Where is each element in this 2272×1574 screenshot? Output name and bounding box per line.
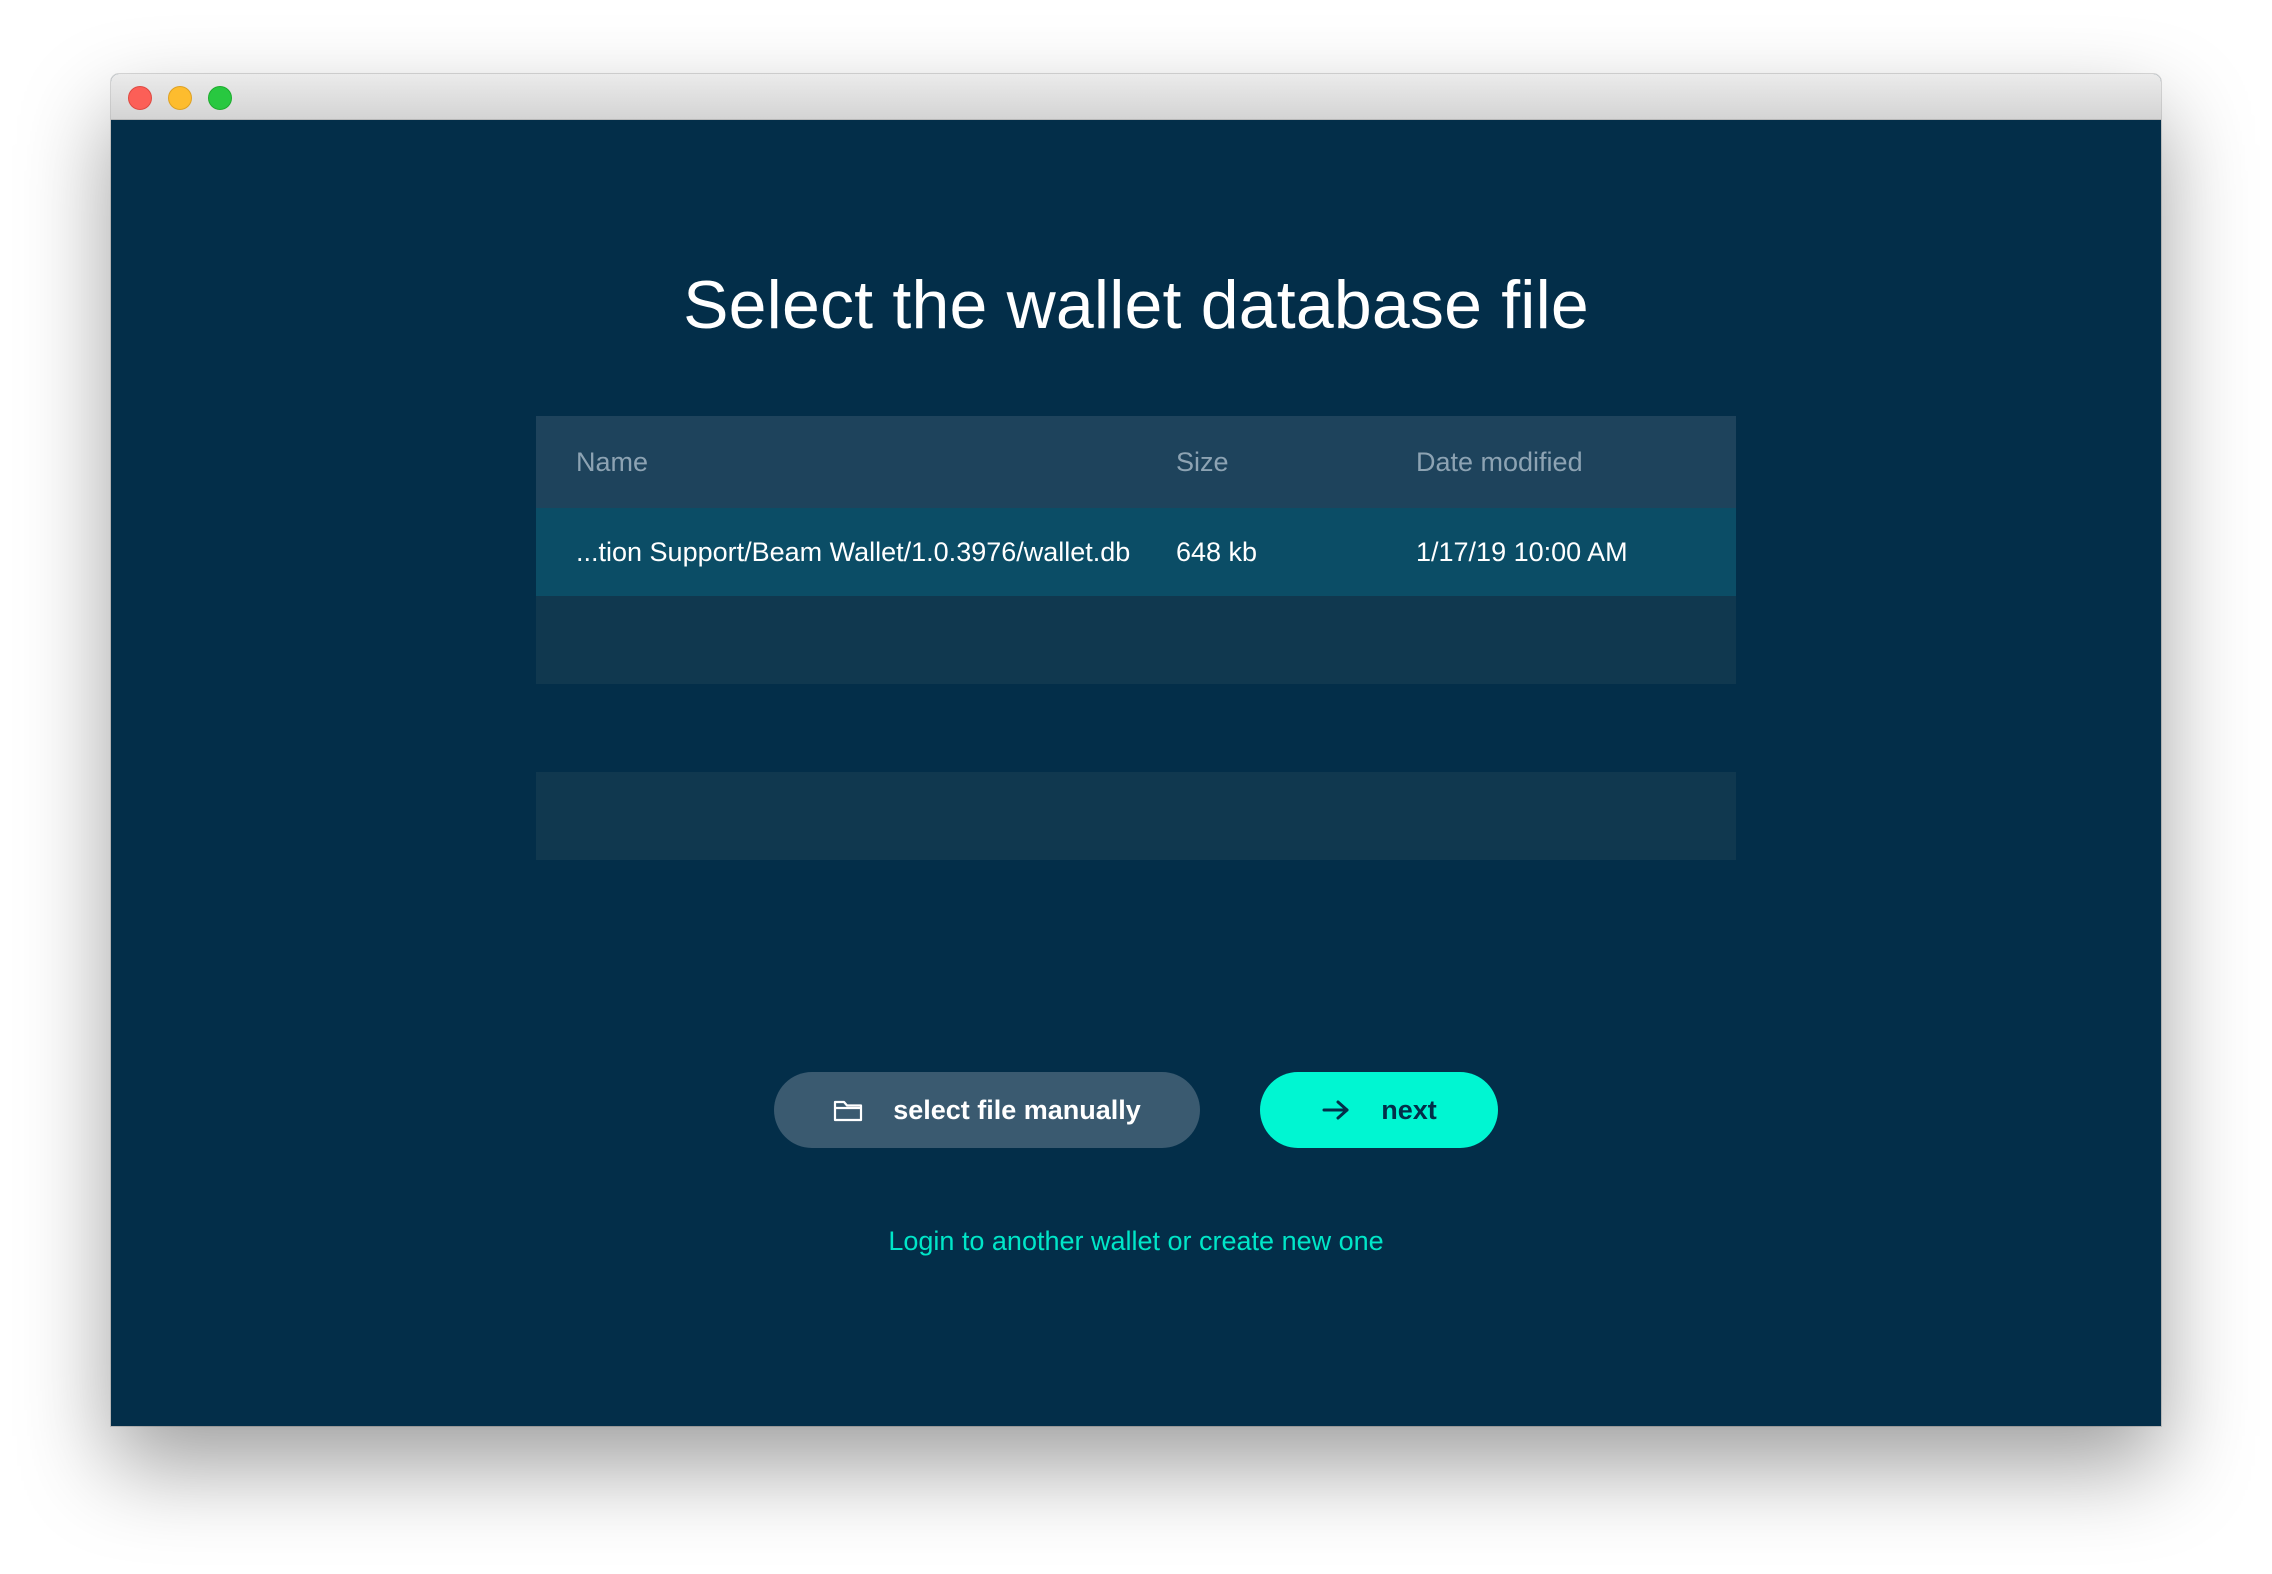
select-file-manually-button[interactable]: select file manually <box>774 1072 1200 1148</box>
login-another-wallet-link[interactable]: Login to another wallet or create new on… <box>111 1226 2161 1257</box>
empty-table-row <box>536 772 1736 860</box>
zoom-window-button[interactable] <box>208 86 232 110</box>
app-window: Select the wallet database file Name Siz… <box>111 74 2161 1426</box>
select-file-manually-label: select file manually <box>893 1094 1141 1125</box>
empty-table-row <box>536 596 1736 684</box>
page-title: Select the wallet database file <box>683 267 1589 343</box>
file-size-cell: 648 kb <box>1176 536 1258 567</box>
title-bar[interactable] <box>111 74 2161 120</box>
next-button[interactable]: next <box>1260 1072 1498 1148</box>
main-content: Select the wallet database file Name Siz… <box>111 120 2161 1426</box>
column-header-date-modified[interactable]: Date modified <box>1416 416 1583 508</box>
file-name-cell: ...tion Support/Beam Wallet/1.0.3976/wal… <box>576 536 1131 567</box>
file-date-cell: 1/17/19 10:00 AM <box>1416 536 1628 567</box>
folder-icon <box>833 1098 863 1122</box>
minimize-window-button[interactable] <box>168 86 192 110</box>
table-row[interactable]: ...tion Support/Beam Wallet/1.0.3976/wal… <box>536 508 1736 596</box>
next-label: next <box>1381 1094 1437 1125</box>
column-header-size[interactable]: Size <box>1176 416 1229 508</box>
column-header-name[interactable]: Name <box>576 416 648 508</box>
close-window-button[interactable] <box>128 86 152 110</box>
wallet-file-table: Name Size Date modified ...tion Support/… <box>536 416 1736 860</box>
arrow-right-icon <box>1321 1098 1351 1122</box>
table-header: Name Size Date modified <box>536 416 1736 508</box>
empty-table-row <box>536 684 1736 772</box>
